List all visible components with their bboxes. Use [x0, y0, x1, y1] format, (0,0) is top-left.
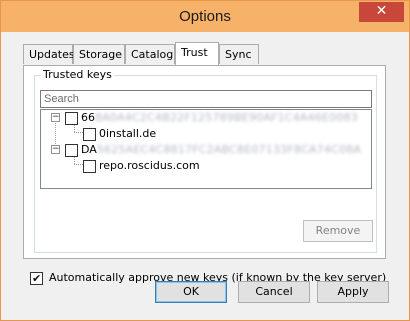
- window-title: Options: [179, 8, 231, 25]
- tab-updates[interactable]: Updates: [23, 44, 75, 64]
- tree-line: [74, 164, 83, 165]
- options-window: Options ✕ Updates Storage Catalog Trust …: [0, 0, 410, 321]
- tree-node-domain[interactable]: 0install.de: [83, 126, 156, 142]
- collapse-icon[interactable]: −: [51, 145, 60, 154]
- redacted-fingerprint: 8A0A4C2C4B22F125789BE90AF1C4A46E0083: [95, 111, 358, 124]
- close-button[interactable]: ✕: [359, 2, 404, 22]
- collapse-icon[interactable]: −: [51, 113, 60, 122]
- tree-node-domain[interactable]: repo.roscidus.com: [83, 158, 200, 174]
- domain-checkbox[interactable]: [83, 127, 96, 141]
- cancel-button[interactable]: Cancel: [238, 281, 310, 303]
- key-fingerprint: DA: [81, 143, 97, 156]
- ok-button[interactable]: OK: [155, 281, 227, 303]
- tab-trust[interactable]: Trust: [175, 42, 219, 65]
- title-bar[interactable]: Options ✕: [1, 1, 409, 32]
- trust-tab-panel: Trusted keys − 668A0A4C2C4B22F125789BE90…: [23, 65, 386, 259]
- key-fingerprint: 66: [81, 111, 95, 124]
- dialog-body: Updates Storage Catalog Trust Sync Trust…: [8, 32, 403, 315]
- key-checkbox[interactable]: [65, 111, 78, 125]
- domain-label: 0install.de: [99, 127, 157, 140]
- trusted-keys-tree[interactable]: − 668A0A4C2C4B22F125789BE90AF1C4A46E0083…: [40, 109, 372, 189]
- close-icon: ✕: [375, 3, 388, 19]
- apply-button[interactable]: Apply: [317, 281, 389, 303]
- tab-catalog[interactable]: Catalog: [125, 44, 175, 64]
- redacted-fingerprint: 5625AEC4C8817FC2ABC8E07133F8CA74C08A: [96, 143, 362, 156]
- checkmark-icon: ✔: [32, 271, 42, 285]
- tree-line: [74, 132, 83, 133]
- trusted-keys-label: Trusted keys: [41, 68, 114, 81]
- trusted-keys-group: Trusted keys − 668A0A4C2C4B22F125789BE90…: [34, 68, 377, 253]
- search-input[interactable]: [40, 90, 372, 108]
- domain-checkbox[interactable]: [83, 159, 96, 173]
- auto-approve-checkbox[interactable]: ✔: [30, 271, 43, 285]
- remove-button[interactable]: Remove: [303, 220, 373, 242]
- domain-label: repo.roscidus.com: [99, 159, 200, 172]
- key-checkbox[interactable]: [65, 143, 78, 157]
- tab-storage[interactable]: Storage: [73, 44, 125, 64]
- tab-sync[interactable]: Sync: [219, 44, 259, 64]
